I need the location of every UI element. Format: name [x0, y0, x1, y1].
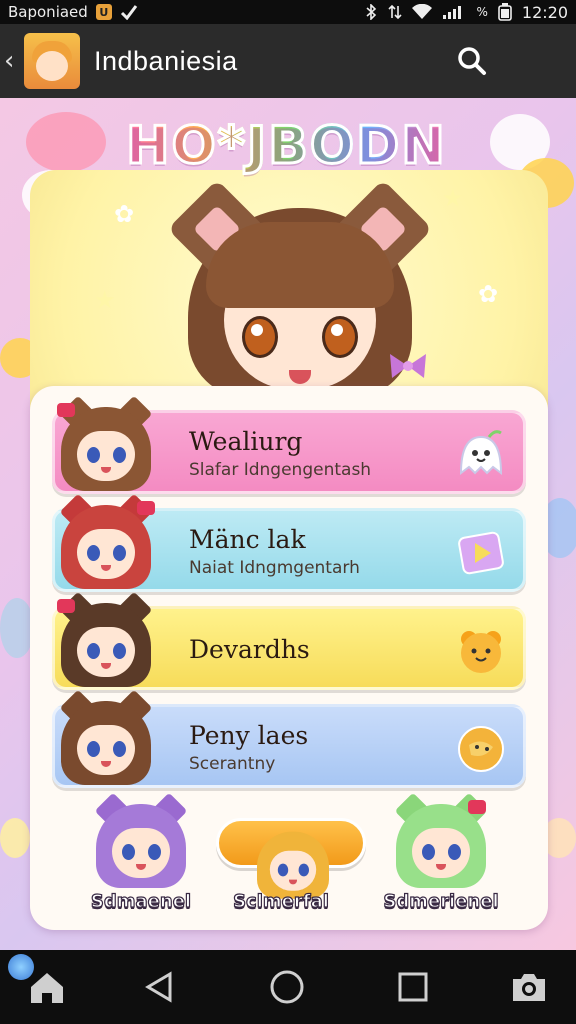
character-label: Sdmerienel [383, 890, 499, 912]
list-item-peny-laes[interactable]: Peny laes Scerantny [52, 689, 526, 788]
check-icon [120, 5, 138, 20]
app-title: Indbaniesia [94, 45, 238, 76]
status-app-name: Baponiaed [8, 3, 88, 21]
star-icon: ★ [94, 286, 116, 314]
list-item-devardhs[interactable]: Devardhs [52, 591, 526, 690]
bow-icon [390, 354, 426, 378]
search-icon [458, 47, 486, 75]
home-circle-button[interactable] [264, 964, 310, 1010]
cookie-icon [458, 726, 504, 772]
hero-character [167, 168, 433, 398]
list-item-manc-lak[interactable]: Mänc lak Naiat Idngmgentarh [52, 493, 526, 592]
back-icon [145, 971, 172, 1003]
bear-icon [461, 631, 501, 673]
list-item-subtitle: Slafar Idngengentash [189, 460, 372, 480]
character-avatar [53, 689, 159, 789]
home-circle-icon [270, 970, 304, 1004]
list-item-title: Peny laes [189, 721, 309, 750]
battery-icon [498, 3, 512, 21]
app-avatar[interactable] [24, 33, 80, 89]
list-item-title: Mänc lak [189, 525, 306, 554]
list-item-wealiurg[interactable]: Wealiurg Slafar Idngengentash [52, 395, 526, 494]
search-button[interactable] [454, 43, 490, 79]
ghost-decoration-icon [26, 112, 106, 172]
recents-button[interactable] [390, 964, 436, 1010]
app-bar: ‹ Indbaniesia [0, 24, 576, 98]
navigation-bar [0, 950, 576, 1024]
camera-button[interactable] [506, 964, 552, 1010]
ghost-icon [459, 430, 503, 476]
wifi-icon [412, 4, 433, 19]
play-icon[interactable] [455, 527, 507, 579]
flower-icon: ✿ [114, 200, 135, 228]
app-logo: HO*JBODN [125, 115, 447, 178]
character-label: Sclmerfal [232, 890, 329, 912]
battery-percent: % [476, 5, 488, 19]
recents-icon [398, 972, 428, 1002]
list-item-subtitle: Naiat Idngmgentarh [189, 558, 360, 578]
chevron-left-icon[interactable]: ‹ [4, 46, 24, 76]
data-transfer-icon [388, 4, 403, 20]
home-button[interactable] [24, 964, 70, 1010]
notification-badge-icon: U [95, 4, 112, 20]
star-icon: ★ [442, 184, 464, 212]
list-item-subtitle: Scerantny [189, 754, 276, 774]
character-decoration-icon [0, 598, 34, 658]
character-avatar [53, 591, 159, 691]
character-avatar [53, 493, 159, 593]
character-card-1[interactable]: Sdmaenel [76, 792, 206, 913]
back-button[interactable] [136, 964, 182, 1010]
character-card-2[interactable]: Sclmerfal [216, 792, 366, 913]
character-label: Sdmaenel [90, 890, 192, 912]
signal-icon [443, 6, 462, 19]
character-card-3[interactable]: Sdmerienel [376, 792, 506, 913]
character-avatar [53, 395, 159, 495]
list-item-title: Wealiurg [189, 427, 303, 456]
main-content: ★ ★ ✿ ✿ HO*JBODN Wealiurg Slafar Idngeng… [0, 98, 576, 950]
bluetooth-icon [366, 4, 377, 20]
clock: 12:20 [521, 2, 568, 22]
smiley-decoration-icon [0, 818, 30, 858]
list-item-title: Devardhs [189, 635, 310, 664]
camera-icon [513, 974, 545, 1001]
home-icon [31, 973, 63, 1003]
status-bar: Baponiaed U % 12:20 [0, 0, 576, 24]
menu-card: Wealiurg Slafar Idngengentash Mänc lak N… [30, 386, 548, 930]
flower-icon: ✿ [478, 280, 499, 308]
